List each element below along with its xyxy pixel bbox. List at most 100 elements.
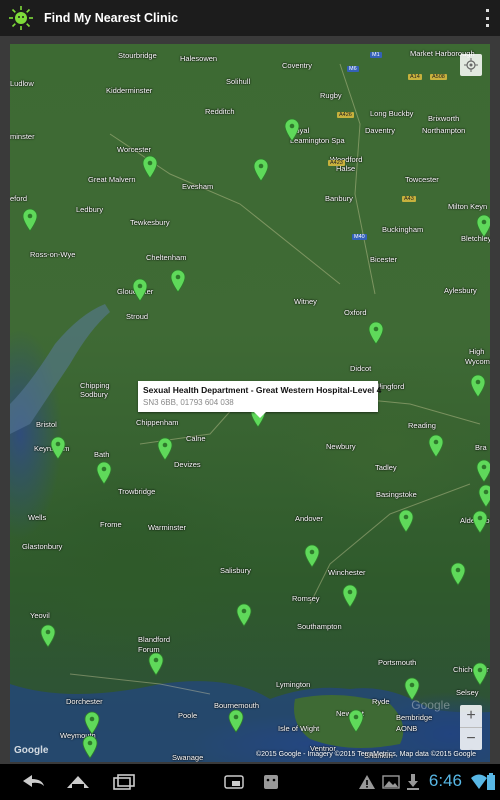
town-label: Brixworth [428, 114, 460, 123]
town-label: Solihull [226, 77, 251, 86]
town-label: Banbury [325, 194, 353, 203]
town-label: Glastonbury [22, 542, 63, 551]
town-label: Tewkesbury [130, 218, 170, 227]
road-shield: A508 [430, 74, 447, 80]
map-view[interactable]: Stourbridge Halesowen Coventry Market Harbo… [10, 44, 490, 762]
clinic-marker-icon[interactable] [236, 603, 252, 627]
status-clock: 6:46 [428, 771, 462, 790]
town-label: Daventry [365, 126, 396, 135]
town-label: Worcester [117, 145, 152, 154]
clinic-marker-icon[interactable] [368, 321, 384, 345]
town-label: Bembridge [396, 713, 433, 722]
town-label: Stourbridge [118, 51, 157, 60]
town-label: Ross-on-Wye [30, 250, 76, 259]
road-shield: M1 [370, 52, 382, 58]
town-label: Isle of Wight [278, 724, 320, 733]
clinic-marker-icon[interactable] [142, 155, 158, 179]
town-label: eford [10, 194, 28, 203]
town-label: Romsey [292, 594, 320, 603]
town-label: Ludlow [10, 79, 34, 88]
town-label: Calne [186, 434, 206, 443]
town-label: Frome [100, 520, 122, 529]
town-label: Halesowen [180, 54, 218, 63]
town-label: Long Buckby [370, 109, 414, 118]
clinic-marker-icon[interactable] [82, 735, 98, 759]
app-logo-icon[interactable] [6, 3, 36, 33]
app-title: Find My Nearest Clinic [44, 11, 179, 25]
clinic-marker-icon[interactable] [476, 214, 490, 238]
town-label: Dorchester [66, 697, 103, 706]
clinic-marker-icon[interactable] [157, 437, 173, 461]
town-label: Newbury [326, 442, 356, 451]
clinic-marker-icon[interactable] [22, 208, 38, 232]
town-label: Aylesbury [444, 286, 477, 295]
town-label: Witney [294, 297, 317, 306]
clinic-marker-icon[interactable] [148, 652, 164, 676]
google-watermark: Google [411, 698, 450, 712]
map-attribution: ©2015 Google - Imagery ©2015 TerraMetric… [255, 751, 476, 758]
town-label: Yeovil [30, 611, 50, 620]
road-shield: A426 [337, 112, 354, 118]
clinic-info-window[interactable]: Sexual Health Department - Great Western… [138, 381, 382, 418]
town-label: Bicester [370, 255, 398, 264]
town-label: Northampton [422, 126, 466, 135]
town-label: Southampton [297, 622, 342, 631]
town-label: Sodbury [80, 390, 108, 399]
zoom-controls: + − [460, 705, 482, 750]
clinic-marker-icon[interactable] [472, 662, 488, 686]
clinic-marker-icon[interactable] [96, 461, 112, 485]
clinic-marker-icon[interactable] [428, 434, 444, 458]
town-label: Reading [408, 421, 436, 430]
town-label: Towcester [405, 175, 439, 184]
clinic-marker-icon[interactable] [50, 436, 66, 460]
town-label: Oxford [344, 308, 367, 317]
clinic-marker-icon[interactable] [84, 711, 100, 735]
town-label: Winchester [328, 568, 366, 577]
download-icon [407, 774, 419, 790]
clinic-marker-icon[interactable] [478, 484, 490, 508]
town-label: Lymington [276, 680, 311, 689]
clinic-address-phone: SN3 6BB, 01793 604 038 [143, 398, 234, 407]
clinic-name: Sexual Health Department - Great Western… [143, 385, 382, 395]
android-notification-icon [264, 775, 278, 789]
zoom-out-button[interactable]: − [460, 728, 482, 750]
town-label: Trowbridge [118, 487, 156, 496]
back-icon[interactable] [20, 772, 48, 792]
town-label: Basingstoke [376, 490, 417, 499]
town-label: Salisbury [220, 566, 251, 575]
clinic-marker-icon[interactable] [348, 709, 364, 733]
battery-icon [487, 773, 495, 790]
clinic-marker-icon[interactable] [228, 709, 244, 733]
my-location-button[interactable] [460, 54, 482, 76]
warning-icon [359, 775, 375, 789]
town-label: Great Malvern [88, 175, 136, 184]
clinic-marker-icon[interactable] [342, 584, 358, 608]
clinic-marker-icon[interactable] [132, 278, 148, 302]
clinic-marker-icon[interactable] [304, 544, 320, 568]
crosshair-icon [464, 58, 478, 72]
clinic-marker-icon[interactable] [40, 624, 56, 648]
zoom-in-button[interactable]: + [460, 705, 482, 727]
home-icon[interactable] [64, 772, 92, 792]
town-label: High [469, 347, 485, 356]
clinic-marker-icon[interactable] [450, 562, 466, 586]
clinic-marker-icon[interactable] [476, 459, 490, 483]
town-label: Bra [475, 443, 487, 452]
screenshot-icon[interactable] [222, 772, 246, 792]
clinic-marker-icon[interactable] [470, 374, 486, 398]
town-label: Blandford [138, 635, 171, 644]
clinic-marker-icon[interactable] [472, 510, 488, 534]
town-label: Redditch [205, 107, 235, 116]
road-shield: A43 [402, 196, 416, 202]
town-label: Chippenham [136, 418, 179, 427]
recent-apps-icon[interactable] [110, 772, 138, 792]
town-label: Devizes [174, 460, 201, 469]
town-label: Andover [295, 514, 323, 523]
clinic-marker-icon[interactable] [170, 269, 186, 293]
town-label: Ledbury [76, 205, 104, 214]
clinic-marker-icon[interactable] [253, 158, 269, 182]
road-shield: A423 [328, 160, 345, 166]
clinic-marker-icon[interactable] [398, 509, 414, 533]
overflow-menu-icon[interactable] [484, 9, 490, 27]
clinic-marker-icon[interactable] [284, 118, 300, 142]
